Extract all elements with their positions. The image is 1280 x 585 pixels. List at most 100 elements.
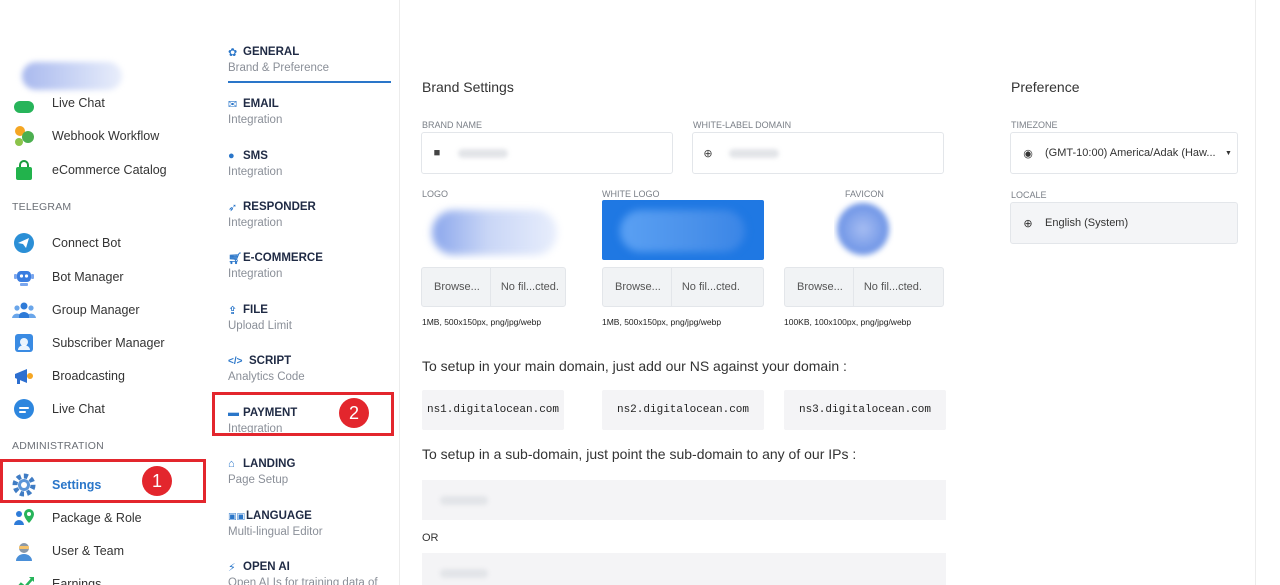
clock-icon: ◉ — [1023, 147, 1033, 160]
sidebar-item-live-chat[interactable]: Live Chat — [12, 88, 105, 118]
white-label-domain-field[interactable]: ⊕ — [692, 132, 944, 174]
user-team-icon — [12, 539, 36, 563]
menu-item-title: FILE — [243, 304, 268, 316]
webhook-icon — [12, 124, 36, 148]
earnings-icon — [12, 572, 36, 585]
subscriber-icon — [12, 331, 36, 355]
brand-name-field[interactable]: ■ — [421, 132, 673, 174]
sidebar-item-label: eCommerce Catalog — [52, 163, 167, 177]
preference-title: Preference — [1011, 79, 1080, 95]
menu-item-sub: Integration — [228, 166, 283, 178]
domain-value — [729, 148, 779, 158]
menu-item-title: EMAIL — [243, 98, 279, 110]
upload-icon: ⇪ — [228, 304, 238, 317]
domain-label: WHITE-LABEL DOMAIN — [693, 120, 792, 130]
section-telegram: TELEGRAM — [12, 201, 72, 213]
sidebar-item-label: Subscriber Manager — [52, 336, 165, 350]
menu-item-script[interactable]: </> SCRIPT Analytics Code — [228, 353, 398, 383]
locale-value: English (System) — [1045, 217, 1129, 229]
preference-panel: Preference TIMEZONE ◉ (GMT-10:00) Americ… — [995, 0, 1255, 585]
menu-item-language[interactable]: ▣▣ LANGUAGE Multi-lingual Editor — [228, 508, 398, 538]
section-administration: ADMINISTRATION — [12, 440, 104, 452]
step-badge-1: 1 — [142, 466, 172, 496]
briefcase-icon: ■ — [433, 147, 441, 159]
envelope-icon: ✉ — [228, 98, 238, 111]
sidebar-item-label: Live Chat — [52, 96, 105, 110]
sidebar-item-subscriber-manager[interactable]: Subscriber Manager — [12, 328, 165, 358]
sms-icon: ● — [228, 150, 235, 162]
or-separator: OR — [422, 532, 439, 544]
menu-item-general[interactable]: ✿ GENERAL Brand & Preference — [228, 44, 398, 74]
step-badge-2: 2 — [339, 398, 369, 428]
sidebar-item-broadcasting[interactable]: Broadcasting — [12, 361, 125, 391]
ip-box-2 — [422, 553, 946, 585]
menu-item-title: LANDING — [243, 458, 296, 470]
favicon-file-input[interactable]: Browse... No fil...cted. — [784, 267, 944, 307]
white-logo-file-input[interactable]: Browse... No fil...cted. — [602, 267, 764, 307]
panel-divider — [1255, 0, 1256, 585]
globe-icon: ⊕ — [1023, 217, 1033, 230]
menu-item-title: E-COMMERCE — [243, 252, 323, 264]
active-tab-indicator — [228, 81, 391, 83]
favicon-browse-button[interactable]: Browse... — [785, 268, 854, 306]
gear-icon: ✿ — [228, 46, 238, 59]
left-sidebar: Live Chat Webhook Workflow eCommerce Cat… — [0, 0, 210, 585]
logo-file-status: No fil...cted. — [500, 281, 559, 293]
sidebar-item-webhook-workflow[interactable]: Webhook Workflow — [12, 121, 159, 151]
menu-item-file[interactable]: ⇪ FILE Upload Limit — [228, 302, 398, 332]
logo-preview — [422, 200, 564, 260]
code-icon: </> — [228, 355, 243, 367]
sidebar-item-bot-manager[interactable]: Bot Manager — [12, 262, 124, 292]
sidebar-item-group-manager[interactable]: Group Manager — [12, 295, 140, 325]
logo-file-input[interactable]: Browse... No fil...cted. — [421, 267, 566, 307]
bot-icon — [12, 265, 36, 289]
sidebar-item-label: Group Manager — [52, 303, 140, 317]
white-logo-preview — [602, 200, 764, 260]
brand-logo[interactable] — [22, 62, 122, 90]
ip-value-1 — [440, 495, 488, 505]
cart-icon: 🛒︎ — [228, 252, 242, 265]
brand-settings-panel: Brand Settings BRAND NAME ■ WHITE-LABEL … — [400, 0, 995, 585]
home-icon: ⌂ — [228, 458, 235, 470]
menu-item-email[interactable]: ✉ EMAIL Integration — [228, 96, 398, 126]
sidebar-item-label: Broadcasting — [52, 369, 125, 383]
settings-highlight-box — [0, 459, 206, 503]
sidebar-item-label: User & Team — [52, 544, 125, 558]
chevron-down-icon: ▼ — [1225, 149, 1232, 157]
sidebar-item-ecommerce-catalog[interactable]: eCommerce Catalog — [12, 155, 167, 185]
sidebar-item-earnings[interactable]: Earnings — [12, 569, 101, 585]
menu-item-landing[interactable]: ⌂ LANDING Page Setup — [228, 456, 398, 486]
timezone-select[interactable]: ◉ (GMT-10:00) America/Adak (Haw... ▼ — [1010, 132, 1238, 174]
sidebar-item-label: Earnings — [52, 577, 102, 585]
menu-item-open-ai[interactable]: ⚡ OPEN AI Open AI Is for training data of — [228, 559, 398, 585]
menu-item-title: GENERAL — [243, 46, 300, 58]
group-icon — [12, 298, 36, 322]
menu-item-title: RESPONDER — [243, 201, 316, 213]
favicon-file-status: No fil...cted. — [863, 281, 922, 293]
sidebar-item-label: Live Chat — [52, 402, 105, 416]
white-logo-browse-button[interactable]: Browse... — [603, 268, 672, 306]
brand-settings-title: Brand Settings — [422, 79, 514, 95]
sidebar-item-label: Bot Manager — [52, 270, 124, 284]
sidebar-item-user-team[interactable]: User & Team — [12, 536, 124, 566]
menu-item-sub: Brand & Preference — [228, 62, 330, 74]
favicon-hint: 100KB, 100x100px, png/jpg/webp — [784, 317, 912, 327]
subdomain-instructions: To setup in a sub-domain, just point the… — [422, 446, 857, 462]
brand-name-value — [458, 148, 508, 158]
menu-item-ecommerce[interactable]: 🛒︎ E-COMMERCE Integration — [228, 250, 398, 280]
menu-item-sub: Page Setup — [228, 474, 289, 486]
menu-item-sub: Integration — [228, 217, 283, 229]
sidebar-item-telegram-live-chat[interactable]: Live Chat — [12, 394, 105, 424]
sidebar-item-connect-bot[interactable]: Connect Bot — [12, 228, 121, 258]
ip-box-1 — [422, 480, 946, 520]
locale-select[interactable]: ⊕ English (System) — [1010, 202, 1238, 244]
ns-instructions: To setup in your main domain, just add o… — [422, 358, 847, 374]
timezone-value: (GMT-10:00) America/Adak (Haw... — [1045, 147, 1216, 159]
menu-item-sms[interactable]: ● SMS Integration — [228, 148, 398, 178]
menu-item-responder[interactable]: ➶ RESPONDER Integration — [228, 199, 398, 229]
ai-icon: ⚡ — [228, 561, 236, 574]
logo-browse-button[interactable]: Browse... — [422, 268, 491, 306]
white-logo-hint: 1MB, 500x150px, png/jpg/webp — [602, 317, 722, 327]
favicon-label: FAVICON — [845, 189, 884, 199]
sidebar-item-package-role[interactable]: Package & Role — [12, 503, 142, 533]
